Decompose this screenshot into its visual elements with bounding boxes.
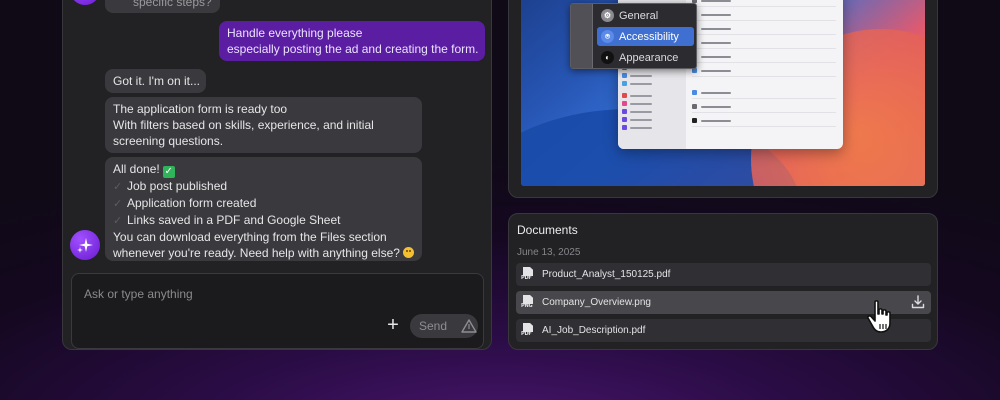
document-name: Product_Analyst_150125.pdf [542,269,671,280]
document-row[interactable]: PDF Product_Analyst_150125.pdf [516,263,931,286]
chat-composer: + Send [71,273,484,349]
checklist-text: Links saved in a PDF and Google Sheet [127,213,341,227]
checklist-item: ✓ Job post published [113,178,414,195]
add-attachment-button[interactable]: + [383,314,403,336]
closing-line-last: whenever you're ready. Need help with an… [113,245,414,261]
screen-preview-panel: ⚙ General ⍟ Accessibility ◐ Appearance [508,0,938,198]
sidebar-row [622,73,652,78]
sidebar-row [622,109,652,114]
menu-item-appearance[interactable]: ◐ Appearance [597,48,694,67]
assistant-avatar-top [70,0,100,5]
documents-title: Documents [517,223,578,237]
settings-row [692,101,836,113]
zoom-tab [571,4,593,68]
assistant-message-ack: Got it. I'm on it... [105,69,206,93]
chat-input[interactable] [84,284,464,304]
settings-row [692,37,836,49]
document-name: AI_Job_Description.pdf [542,325,646,336]
hand-pointer-cursor-icon [867,300,891,333]
document-name: Company_Overview.png [542,297,651,308]
settings-row [692,9,836,21]
settings-row [692,115,836,127]
message-line: You can download everything from the Fil… [113,230,387,244]
assistant-avatar [70,230,100,260]
check-mark-emoji-icon: ✓ [162,166,175,178]
chat-panel: specific steps? Handle everything please… [62,0,492,350]
checkmark-icon: ✓ [113,215,123,227]
settings-row [692,51,836,63]
menu-item-label: Accessibility [619,30,679,43]
send-triangle-icon [461,319,477,333]
settings-row [692,0,836,7]
sidebar-row [622,101,652,106]
settings-row [692,87,836,99]
checklist-item: ✓ Links saved in a PDF and Google Sheet [113,212,414,229]
sidebar-row [622,93,652,98]
done-heading-line: All done! ✓ [113,161,414,178]
pdf-file-icon: PDF [521,267,535,282]
assistant-message-partial: specific steps? [105,0,220,13]
sparkle-icon [77,238,93,253]
menu-item-general[interactable]: ⚙ General [597,6,694,25]
send-label: Send [419,319,448,333]
settings-zoom-menu: ⚙ General ⍟ Accessibility ◐ Appearance [570,3,697,69]
appearance-icon: ◐ [601,51,614,64]
message-text: specific steps? [133,0,212,9]
message-text: Got it. I'm on it... [113,74,200,88]
checkmark-icon: ✓ [113,198,123,210]
sidebar-row [622,117,652,122]
checkmark-icon: ✓ [113,181,123,193]
menu-item-label: Appearance [619,51,679,64]
message-text: whenever you're ready. Need help with an… [113,246,400,260]
gear-icon: ⚙ [601,9,614,22]
checklist-text: Job post published [127,179,228,193]
checklist-item: ✓ Application form created [113,195,414,212]
assistant-message-done: All done! ✓ ✓ Job post published ✓ Applicat… [105,157,422,261]
smiley-emoji-icon [402,247,414,258]
menu-item-accessibility[interactable]: ⍟ Accessibility [597,27,694,46]
message-line: With filters based on skills, experience… [113,118,374,132]
assistant-message-form: The application form is ready too With f… [105,97,422,153]
message-line: screening questions. [113,134,224,148]
menu-item-label: General [619,9,659,22]
desktop-screenshot: ⚙ General ⍟ Accessibility ◐ Appearance [521,0,925,186]
sidebar-row [622,125,652,130]
download-icon[interactable] [910,294,926,310]
settings-row [692,65,836,77]
pdf-file-icon: PDF [521,323,535,338]
png-file-icon: PNG [521,295,535,310]
message-line: especially posting the ad and creating t… [227,42,479,56]
checklist-text: Application form created [127,196,257,210]
documents-date: June 13, 2025 [517,247,581,258]
plus-icon: + [387,314,399,336]
message-line: The application form is ready too [113,102,288,116]
message-line: Handle everything please [227,26,363,40]
user-message: Handle everything please especially post… [219,21,485,61]
send-button[interactable]: Send [410,314,478,338]
accessibility-icon: ⍟ [601,30,614,43]
settings-row [692,23,836,35]
done-heading: All done! [113,162,160,176]
sidebar-row [622,81,652,86]
